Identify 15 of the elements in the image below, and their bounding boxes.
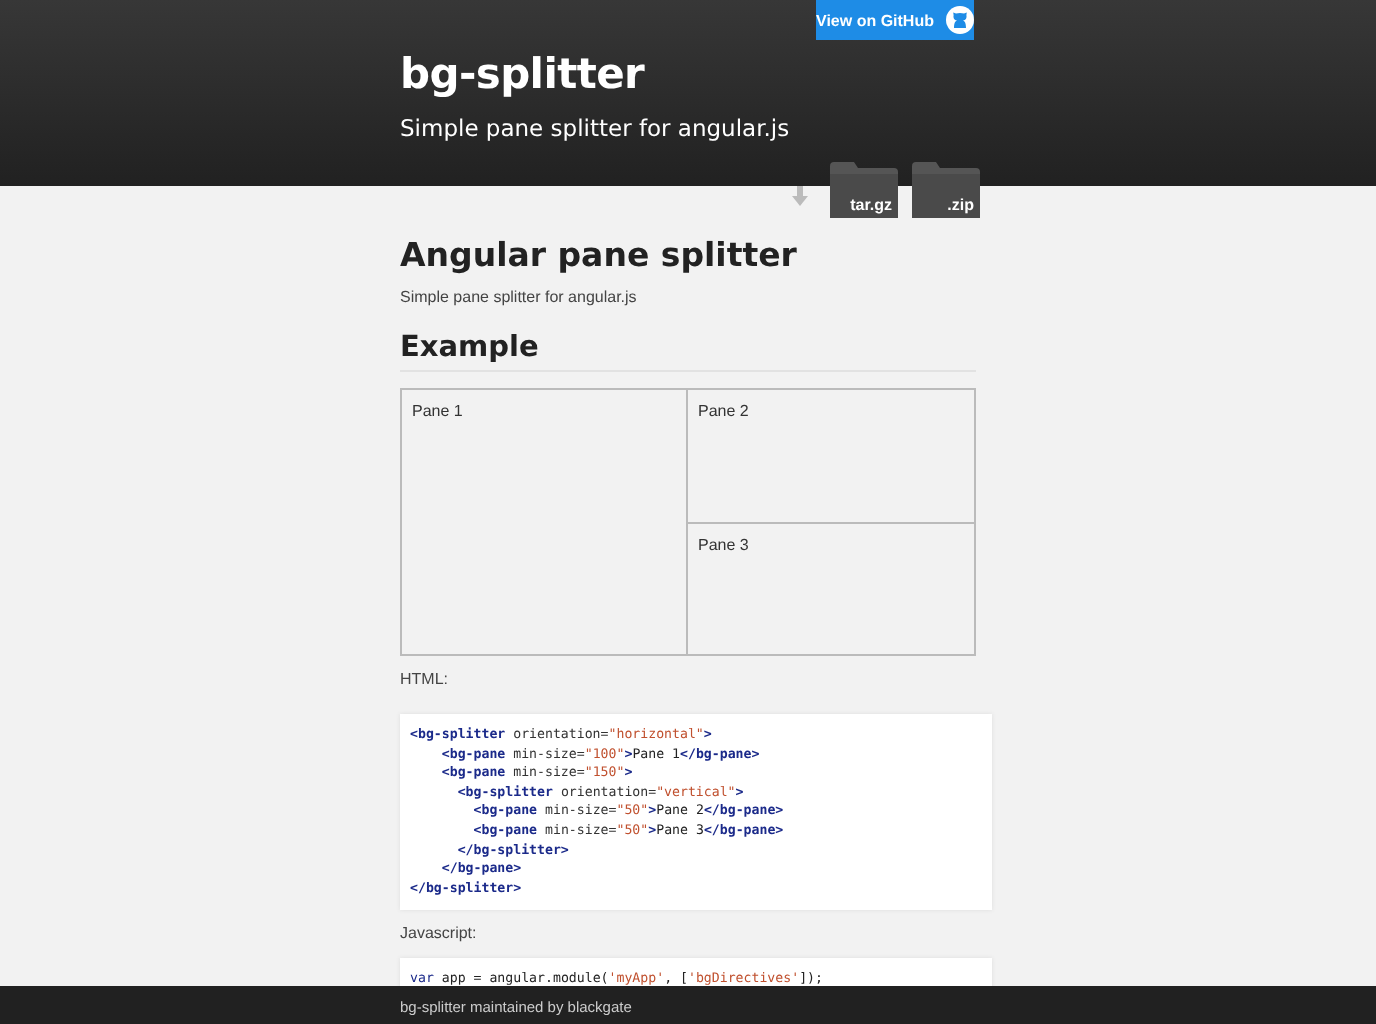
download-arrow-icon xyxy=(792,186,808,206)
page-heading: Angular pane splitter xyxy=(400,236,799,274)
download-folder-button[interactable]: tar.gz xyxy=(830,162,898,218)
pane-label: Pane 1 xyxy=(412,402,463,420)
section-heading: Example xyxy=(400,332,976,372)
site-subtitle: Simple pane splitter for angular.js xyxy=(400,114,792,142)
github-icon xyxy=(945,6,974,34)
code-label: HTML: xyxy=(400,670,450,688)
pane-label: Pane 2 xyxy=(698,402,749,420)
code-label: Javascript: xyxy=(400,924,479,943)
download-folder-button[interactable]: .zip xyxy=(912,162,980,218)
pane-label: Pane 3 xyxy=(698,536,749,554)
intro-text: Simple pane splitter for angular.js xyxy=(400,288,639,306)
site-title: bg-splitter xyxy=(400,50,645,98)
github-link[interactable]: View on GitHub xyxy=(816,0,974,40)
